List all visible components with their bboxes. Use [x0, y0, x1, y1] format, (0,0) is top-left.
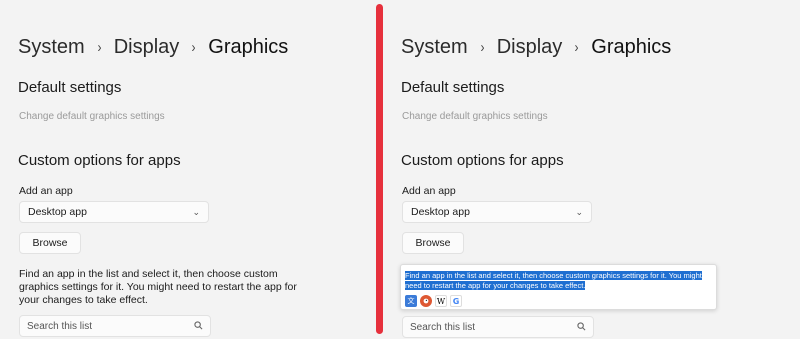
change-default-graphics-link[interactable]: Change default graphics settings [19, 111, 165, 122]
chevron-down-icon: ⌄ [192, 206, 200, 217]
default-settings-heading: Default settings [18, 79, 122, 96]
breadcrumb: System › Display › Graphics [18, 36, 288, 59]
change-default-graphics-link[interactable]: Change default graphics settings [402, 111, 548, 122]
search-input[interactable]: Search this list [19, 315, 211, 337]
google-icon[interactable]: G [450, 295, 462, 307]
duckduckgo-icon[interactable] [420, 295, 432, 307]
app-type-dropdown[interactable]: Desktop app ⌄ [402, 201, 592, 223]
breadcrumb-system[interactable]: System [18, 36, 85, 59]
chevron-right-icon: › [191, 39, 196, 56]
app-type-dropdown[interactable]: Desktop app ⌄ [19, 201, 209, 223]
search-icon [577, 321, 586, 333]
chevron-down-icon: ⌄ [575, 206, 583, 217]
browse-button[interactable]: Browse [402, 232, 464, 254]
chevron-right-icon: › [480, 39, 485, 56]
breadcrumb-display[interactable]: Display [114, 36, 180, 59]
settings-panel-right: System › Display › Graphics Default sett… [383, 0, 800, 339]
browse-button[interactable]: Browse [19, 232, 81, 254]
comparison-divider [376, 4, 383, 334]
add-app-label: Add an app [402, 185, 456, 197]
dropdown-value: Desktop app [28, 206, 87, 218]
text-selection-popup: Find an app in the list and select it, t… [400, 264, 717, 310]
wikipedia-icon[interactable]: W [435, 295, 447, 307]
custom-options-heading: Custom options for apps [18, 152, 181, 169]
search-placeholder: Search this list [410, 321, 476, 333]
breadcrumb: System › Display › Graphics [401, 36, 671, 59]
default-settings-heading: Default settings [401, 79, 505, 96]
search-icon [194, 320, 203, 332]
settings-panel-left: System › Display › Graphics Default sett… [0, 0, 376, 339]
search-placeholder: Search this list [27, 320, 93, 332]
custom-options-heading: Custom options for apps [401, 152, 564, 169]
breadcrumb-system[interactable]: System [401, 36, 468, 59]
translate-icon[interactable]: 文 [405, 295, 417, 307]
selected-instructions-text[interactable]: Find an app in the list and select it, t… [405, 271, 715, 291]
chevron-right-icon: › [574, 39, 579, 56]
add-app-label: Add an app [19, 185, 73, 197]
dropdown-value: Desktop app [411, 206, 470, 218]
breadcrumb-display[interactable]: Display [497, 36, 563, 59]
page-title: Graphics [591, 36, 672, 58]
popup-action-bar: 文 W G [405, 295, 462, 307]
search-input[interactable]: Search this list [402, 316, 594, 338]
page-title: Graphics [208, 36, 289, 58]
selection-highlight: Find an app in the list and select it, t… [405, 271, 702, 290]
instructions-text: Find an app in the list and select it, t… [19, 268, 297, 306]
chevron-right-icon: › [97, 39, 102, 56]
